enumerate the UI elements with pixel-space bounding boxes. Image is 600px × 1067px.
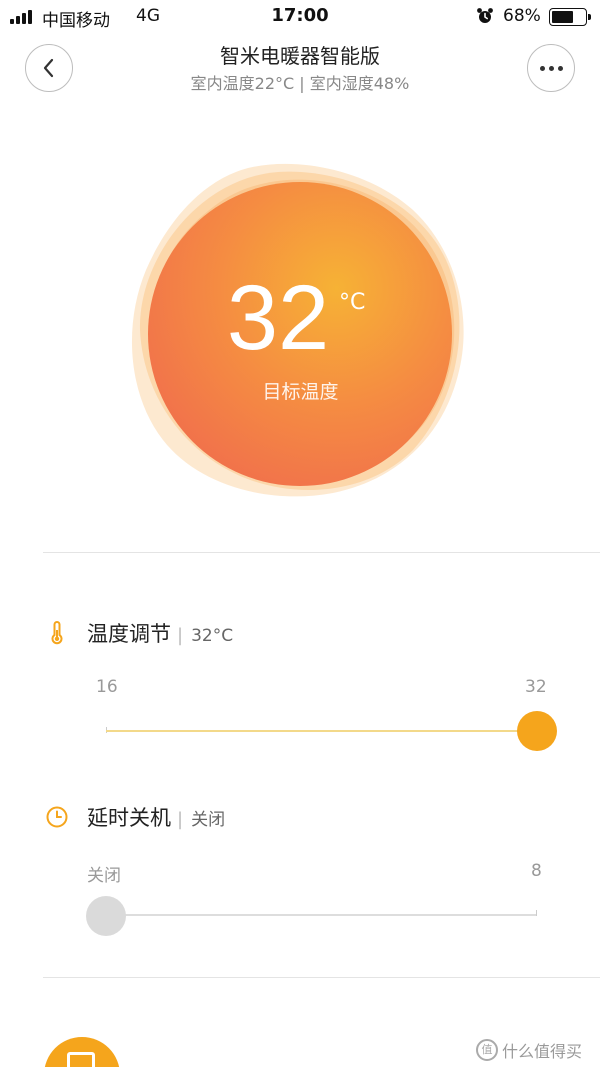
- battery-percent: 68%: [503, 6, 541, 26]
- target-temperature-value: 32: [226, 267, 330, 369]
- temperature-setting-title: 温度调节: [87, 622, 171, 646]
- temperature-slider-thumb[interactable]: [517, 711, 557, 751]
- temperature-min-label: 16: [96, 677, 118, 697]
- temperature-max-label: 32: [525, 677, 547, 697]
- more-dots-icon: [539, 65, 563, 71]
- page-title: 智米电暖器智能版: [220, 44, 380, 68]
- page-subtitle: 室内温度22°C | 室内湿度48%: [190, 74, 410, 93]
- temperature-setting-header: 温度调节 | 32°C: [87, 622, 234, 646]
- clock-icon: [46, 806, 68, 828]
- timer-slider-thumb[interactable]: [86, 896, 126, 936]
- timer-slider-track[interactable]: [106, 914, 537, 916]
- status-bar: 中国移动 4G 17:00 68%: [0, 0, 600, 34]
- battery-fill: [552, 11, 573, 23]
- timer-setting-header: 延时关机 | 关闭: [87, 806, 226, 830]
- temperature-setting-value: 32°C: [191, 626, 234, 646]
- divider: [43, 552, 600, 553]
- divider: [43, 977, 600, 978]
- timer-min-label: 关闭: [87, 866, 121, 886]
- timer-setting-value: 关闭: [191, 810, 226, 830]
- watermark-text: 什么值得买: [502, 1042, 583, 1061]
- watermark-logo-icon: 值: [476, 1039, 498, 1061]
- target-temperature-label: 目标温度: [262, 381, 339, 403]
- watermark: 值 什么值得买: [476, 1038, 582, 1062]
- timer-setting-title: 延时关机: [87, 806, 171, 830]
- temperature-slider-track[interactable]: [106, 730, 537, 732]
- more-button[interactable]: [527, 44, 575, 92]
- battery-icon: [549, 8, 591, 26]
- alarm-icon: [477, 8, 493, 23]
- thermometer-icon: [51, 621, 63, 645]
- temperature-unit: °C: [339, 290, 366, 315]
- display-icon: [67, 1052, 95, 1067]
- timer-max-label: 8: [531, 861, 542, 881]
- target-temperature-display: 32 °C 目标温度: [128, 160, 468, 500]
